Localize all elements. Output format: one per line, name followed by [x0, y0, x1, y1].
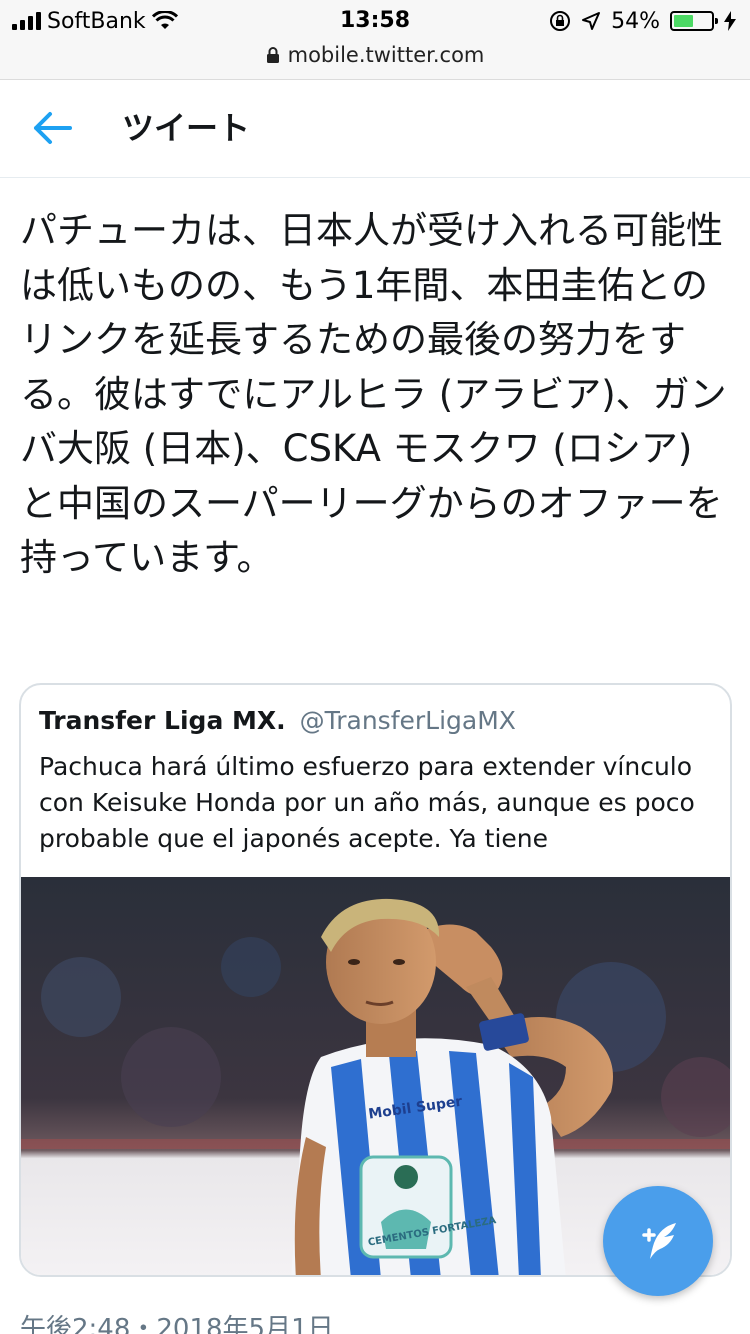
tweet-header: ツイート	[0, 80, 750, 178]
status-bar: SoftBank 13:58 54% mobile.twitter.com	[0, 0, 750, 80]
lock-icon	[266, 47, 279, 63]
compose-tweet-button[interactable]	[603, 1186, 713, 1296]
url-bar[interactable]: mobile.twitter.com	[0, 40, 750, 70]
rotation-lock-icon	[550, 11, 571, 31]
quoted-author-name: Transfer Liga MX.	[39, 706, 286, 735]
quoted-tweet-card[interactable]: Transfer Liga MX. @TransferLigaMX Pachuc…	[19, 683, 732, 1277]
quoted-author-handle: @TransferLigaMX	[299, 706, 516, 735]
charging-icon	[724, 11, 736, 31]
back-button[interactable]	[30, 108, 74, 148]
url-text: mobile.twitter.com	[287, 43, 485, 67]
quoted-tweet-author: Transfer Liga MX. @TransferLigaMX	[39, 703, 516, 739]
compose-tweet-icon	[642, 1223, 676, 1259]
battery-percent: 54%	[611, 8, 660, 34]
location-icon	[582, 12, 601, 30]
battery-icon	[670, 11, 718, 31]
tweet-text: パチューカは、日本人が受け入れる可能性は低いものの、もう1年間、本田圭佑とのリン…	[20, 209, 727, 579]
status-right: 54%	[549, 6, 736, 36]
tweet-timestamp[interactable]: 午後2:48・2018年5月1日	[20, 1314, 334, 1334]
page-title: ツイート	[122, 109, 251, 147]
quoted-tweet-text: Pachuca hará último esfuerzo para extend…	[39, 752, 695, 853]
